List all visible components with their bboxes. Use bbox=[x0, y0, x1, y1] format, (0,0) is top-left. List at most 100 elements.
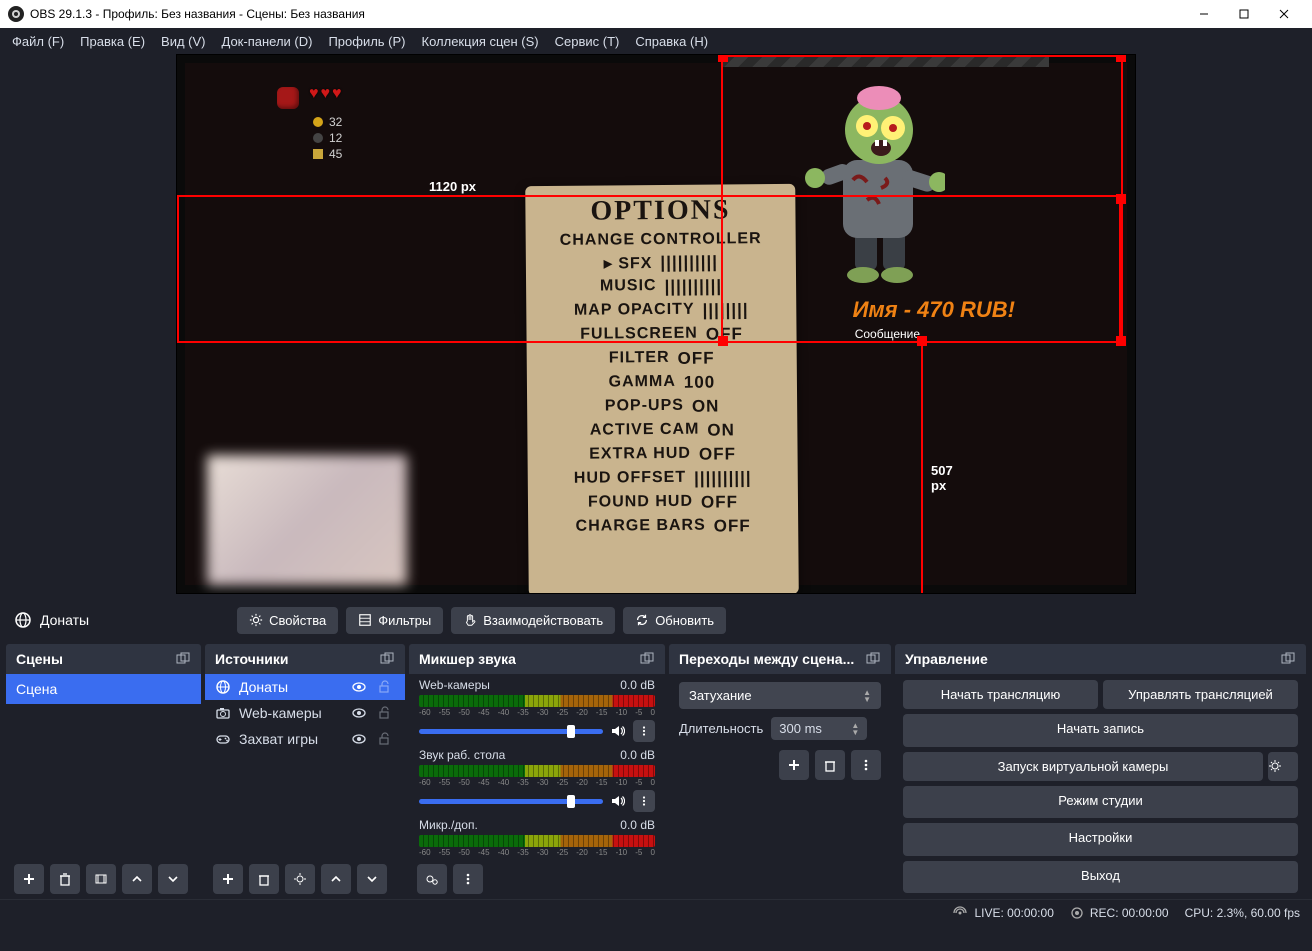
gamepad-icon bbox=[215, 731, 231, 747]
source-properties-button[interactable] bbox=[285, 864, 315, 894]
menubar: Файл (F) Правка (E) Вид (V) Док-панели (… bbox=[0, 28, 1312, 54]
channel-menu-button[interactable] bbox=[633, 720, 655, 742]
visibility-toggle[interactable] bbox=[351, 731, 369, 747]
filters-button[interactable]: Фильтры bbox=[346, 607, 443, 634]
obs-logo-icon bbox=[8, 6, 24, 22]
source-item-label: Web-камеры bbox=[239, 705, 343, 721]
sources-title: Источники bbox=[215, 651, 289, 667]
audio-meter bbox=[419, 835, 655, 847]
volume-slider[interactable] bbox=[419, 729, 603, 734]
selection-box-height[interactable]: 507 px bbox=[921, 343, 923, 594]
meter-ticks: -60-55-50-45-40-35-30-25-20-15-10-50 bbox=[419, 708, 655, 717]
menu-service[interactable]: Сервис (T) bbox=[555, 34, 620, 49]
window-titlebar: OBS 29.1.3 - Профиль: Без названия - Сце… bbox=[0, 0, 1312, 28]
audio-mixer-dock: Микшер звука Web-камеры0.0 dB-60-55-50-4… bbox=[409, 644, 665, 899]
delete-transition-button[interactable] bbox=[815, 750, 845, 780]
popout-icon[interactable] bbox=[175, 651, 191, 667]
dice-icon bbox=[277, 87, 299, 109]
option-row: HUD OFFSET|||||||||| bbox=[536, 468, 790, 490]
filter-icon bbox=[358, 613, 372, 627]
manage-stream-button[interactable]: Управлять трансляцией bbox=[1103, 680, 1298, 709]
speaker-icon[interactable] bbox=[609, 793, 627, 809]
height-label: 507 px bbox=[931, 463, 953, 493]
transition-menu-button[interactable] bbox=[851, 750, 881, 780]
menu-view[interactable]: Вид (V) bbox=[161, 34, 205, 49]
transitions-title: Переходы между сцена... bbox=[679, 651, 854, 667]
window-title: OBS 29.1.3 - Профиль: Без названия - Сце… bbox=[30, 7, 365, 21]
lock-toggle[interactable] bbox=[377, 680, 395, 694]
scene-down-button[interactable] bbox=[158, 864, 188, 894]
heart-icon: ♥ bbox=[332, 85, 342, 103]
start-stream-button[interactable]: Начать трансляцию bbox=[903, 680, 1098, 709]
menu-help[interactable]: Справка (H) bbox=[635, 34, 708, 49]
mixer-channel: Web-камеры0.0 dB-60-55-50-45-40-35-30-25… bbox=[409, 674, 665, 744]
window-maximize-button[interactable] bbox=[1224, 0, 1264, 28]
audio-meter bbox=[419, 765, 655, 777]
key-count: 45 bbox=[329, 147, 342, 161]
status-cpu: CPU: 2.3%, 60.00 fps bbox=[1185, 906, 1300, 920]
menu-scene-collection[interactable]: Коллекция сцен (S) bbox=[422, 34, 539, 49]
preview-canvas[interactable]: ♥ ♥ ♥ 32 12 45 OPTIONS CHANGE CONTROLLER… bbox=[176, 54, 1136, 594]
menu-edit[interactable]: Правка (E) bbox=[80, 34, 145, 49]
scene-item[interactable]: Сцена bbox=[6, 674, 201, 704]
interact-button[interactable]: Взаимодействовать bbox=[451, 607, 615, 634]
mixer-title: Микшер звука bbox=[419, 651, 516, 667]
option-row: FILTEROFF bbox=[535, 348, 789, 370]
popout-icon[interactable] bbox=[639, 651, 655, 667]
meter-ticks: -60-55-50-45-40-35-30-25-20-15-10-50 bbox=[419, 778, 655, 787]
visibility-toggle[interactable] bbox=[351, 679, 369, 695]
bomb-count: 12 bbox=[329, 131, 342, 145]
duration-label: Длительность bbox=[679, 721, 763, 736]
coin-icon bbox=[313, 117, 323, 127]
start-record-button[interactable]: Начать запись bbox=[903, 714, 1298, 747]
window-close-button[interactable] bbox=[1264, 0, 1304, 28]
transition-select[interactable]: Затухание ▲▼ bbox=[679, 682, 881, 709]
menu-profile[interactable]: Профиль (P) bbox=[328, 34, 405, 49]
visibility-toggle[interactable] bbox=[351, 705, 369, 721]
scene-up-button[interactable] bbox=[122, 864, 152, 894]
camera-icon bbox=[215, 705, 231, 721]
controls-dock: Управление Начать трансляцию Управлять т… bbox=[895, 644, 1306, 899]
source-item[interactable]: Донаты bbox=[205, 674, 405, 700]
globe-icon bbox=[215, 679, 231, 695]
mixer-settings-button[interactable] bbox=[417, 864, 447, 894]
volume-slider[interactable] bbox=[419, 799, 603, 804]
lock-toggle[interactable] bbox=[377, 706, 395, 720]
vcam-settings-button[interactable] bbox=[1268, 752, 1298, 781]
channel-name: Микр./доп. bbox=[419, 818, 478, 832]
add-scene-button[interactable] bbox=[14, 864, 44, 894]
window-minimize-button[interactable] bbox=[1184, 0, 1224, 28]
option-row: GAMMA100 bbox=[535, 372, 789, 394]
delete-source-button[interactable] bbox=[249, 864, 279, 894]
add-source-button[interactable] bbox=[213, 864, 243, 894]
duration-spinbox[interactable]: 300 ms ▲▼ bbox=[771, 717, 867, 740]
settings-button[interactable]: Настройки bbox=[903, 823, 1298, 856]
lock-toggle[interactable] bbox=[377, 732, 395, 746]
controls-title: Управление bbox=[905, 651, 988, 667]
heart-icon: ♥ bbox=[309, 85, 319, 103]
speaker-icon[interactable] bbox=[609, 723, 627, 739]
delete-scene-button[interactable] bbox=[50, 864, 80, 894]
source-item[interactable]: Захват игры bbox=[205, 726, 405, 752]
mixer-channel: Микр./доп.0.0 dB-60-55-50-45-40-35-30-25… bbox=[409, 814, 665, 859]
add-transition-button[interactable] bbox=[779, 750, 809, 780]
refresh-button[interactable]: Обновить bbox=[623, 607, 726, 634]
scene-filter-button[interactable] bbox=[86, 864, 116, 894]
source-item[interactable]: Web-камеры bbox=[205, 700, 405, 726]
source-up-button[interactable] bbox=[321, 864, 351, 894]
menu-docks[interactable]: Док-панели (D) bbox=[222, 34, 313, 49]
popout-icon[interactable] bbox=[379, 651, 395, 667]
studio-mode-button[interactable]: Режим студии bbox=[903, 786, 1298, 819]
source-item-label: Донаты bbox=[239, 679, 343, 695]
menu-file[interactable]: Файл (F) bbox=[12, 34, 64, 49]
popout-icon[interactable] bbox=[1280, 651, 1296, 667]
mixer-channel: Звук раб. стола0.0 dB-60-55-50-45-40-35-… bbox=[409, 744, 665, 814]
start-vcam-button[interactable]: Запуск виртуальной камеры bbox=[903, 752, 1263, 781]
popout-icon[interactable] bbox=[865, 651, 881, 667]
properties-button[interactable]: Свойства bbox=[237, 607, 338, 634]
mixer-menu-button[interactable] bbox=[453, 864, 483, 894]
exit-button[interactable]: Выход bbox=[903, 861, 1298, 894]
source-down-button[interactable] bbox=[357, 864, 387, 894]
channel-menu-button[interactable] bbox=[633, 790, 655, 812]
selection-box-alert[interactable] bbox=[721, 55, 1123, 343]
